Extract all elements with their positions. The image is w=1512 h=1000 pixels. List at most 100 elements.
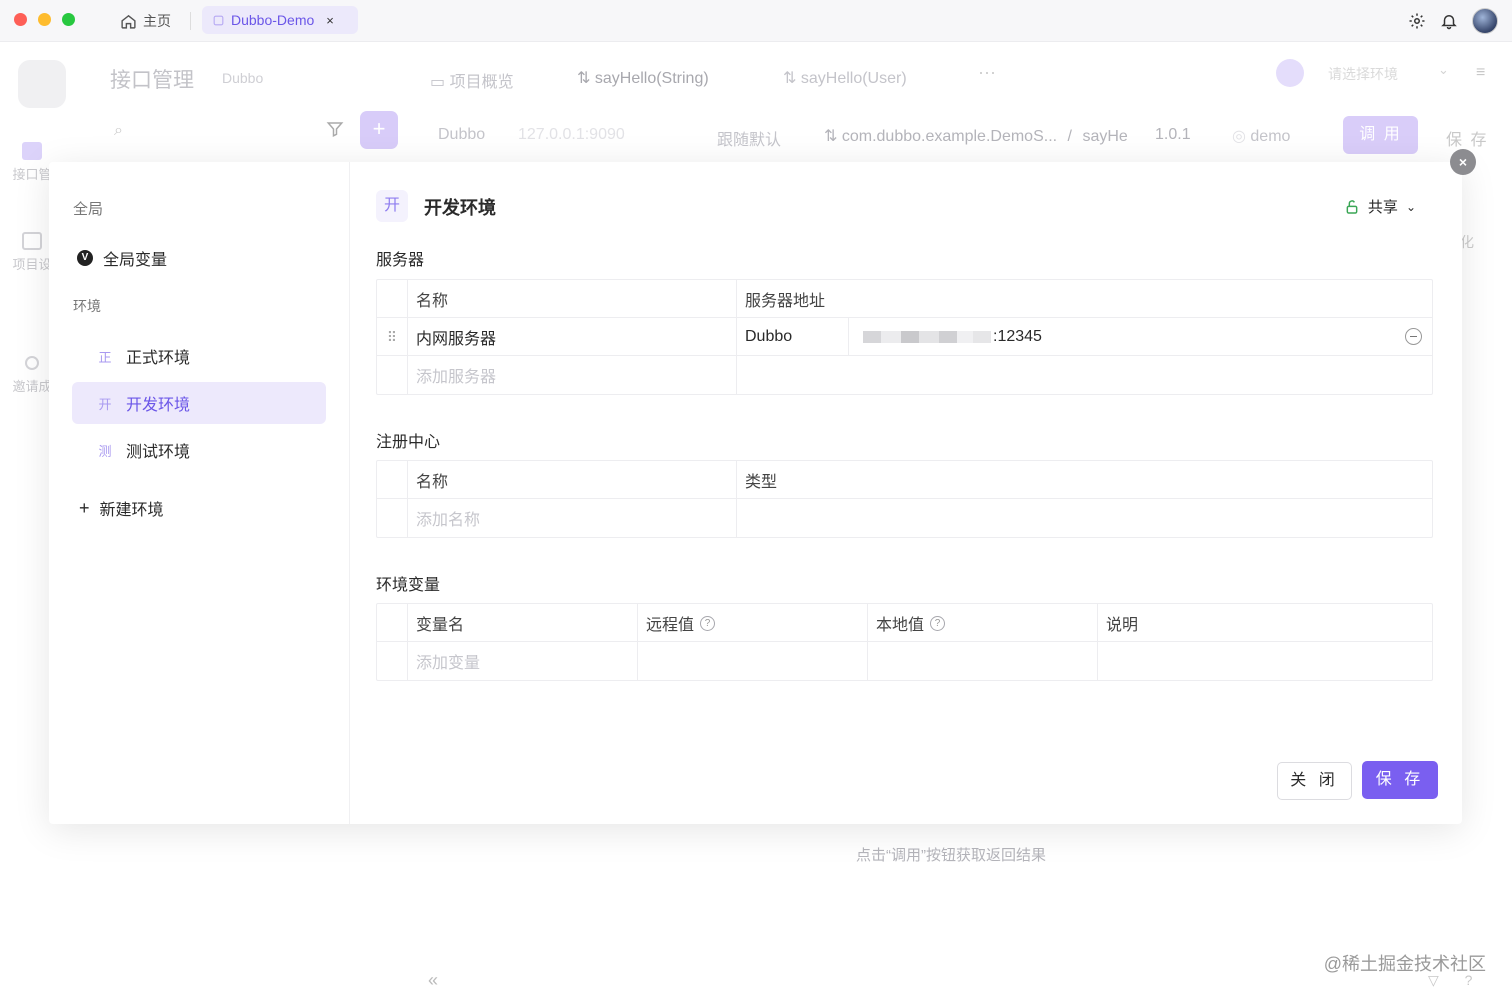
table-row-add: 添加名称 (377, 499, 1432, 537)
environment-icon (1276, 59, 1304, 87)
service-name[interactable]: ⇅ com.dubbo.example.DemoS... / sayHe (824, 126, 1128, 146)
server-name-input[interactable]: 内网服务器 (408, 318, 737, 356)
sidebar-item-prod-env[interactable]: 正 正式环境 (72, 335, 326, 377)
search-icon[interactable]: ⌕ (114, 122, 123, 140)
empty-cell (737, 356, 1432, 394)
interface-icon (22, 142, 42, 160)
env-tag-icon: 开 (376, 190, 408, 222)
sidebar-item-label: 全局变量 (103, 252, 168, 269)
column-header-type: 类型 (745, 474, 778, 491)
environment-detail: 开 开发环境 共享 ⌄ 服务器 名称 服务器地址 ⠿ 内网服务器 Dubbo:… (376, 162, 1436, 824)
environment-select[interactable]: 请选择环境 (1328, 64, 1398, 84)
column-header-remote-value: 远程值? (638, 604, 868, 642)
sidebar-item-global-vars[interactable]: V 全局变量 (77, 246, 167, 270)
global-section-title: 全局 (73, 201, 104, 218)
env-vars-table: 变量名 远程值? 本地值? 说明 添加变量 (376, 603, 1433, 681)
chevron-down-icon: ⌄ (1405, 199, 1416, 214)
notification-bell-icon[interactable] (1440, 12, 1458, 30)
plus-icon: + (79, 497, 90, 518)
window-minimize-dot[interactable] (38, 13, 51, 26)
sidebar-item-label: 测试环境 (126, 444, 191, 461)
home-tab[interactable]: 主页 (120, 9, 171, 33)
tab-sayhello-user[interactable]: ⇅ sayHello(User) (783, 68, 907, 88)
sidebar-item-label: 正式环境 (126, 350, 191, 367)
add-variable-input[interactable]: 添加变量 (408, 642, 638, 680)
table-header-row: 名称 服务器地址 (377, 280, 1432, 318)
app-logo (18, 60, 66, 108)
empty-cell (737, 499, 1432, 537)
tab-project-overview[interactable]: ▭ 项目概览 (430, 68, 514, 92)
remove-row-icon[interactable] (1405, 328, 1422, 345)
share-dropdown[interactable]: 共享 ⌄ (1344, 196, 1416, 217)
help-icon[interactable]: ? (1465, 972, 1473, 988)
user-avatar[interactable] (1472, 8, 1498, 34)
column-header-var-name: 变量名 (408, 604, 638, 642)
more-tabs-icon[interactable]: ··· (978, 62, 996, 83)
titlebar-actions (1408, 8, 1498, 34)
env-section-title: 环境 (73, 298, 101, 314)
sidebar-item-dev-env[interactable]: 开 开发环境 (72, 382, 326, 424)
env-tag-icon: 开 (98, 396, 112, 412)
handle-column (377, 642, 408, 680)
filter-icon[interactable] (326, 120, 344, 143)
collapse-icon[interactable]: « (428, 970, 438, 991)
sidebar-item-test-env[interactable]: 测 测试环境 (72, 429, 326, 471)
table-row: ⠿ 内网服务器 Dubbo :12345 (377, 318, 1432, 356)
table-header-row: 变量名 远程值? 本地值? 说明 (377, 604, 1432, 642)
help-icon[interactable]: ? (700, 615, 716, 631)
handle-column (377, 604, 408, 642)
env-tag-icon: 测 (98, 443, 112, 459)
menu-icon[interactable]: ≡ (1476, 64, 1485, 82)
address-input[interactable]: 127.0.0.1:9090 (518, 126, 625, 144)
add-registry-input[interactable]: 添加名称 (408, 499, 737, 537)
modal-close-icon[interactable]: × (1450, 149, 1476, 175)
swap-icon: ⇅ (783, 70, 797, 87)
window-maximize-dot[interactable] (62, 13, 75, 26)
add-server-input[interactable]: 添加服务器 (408, 356, 737, 394)
overview-icon: ▭ (430, 74, 446, 91)
call-button[interactable]: 调 用 (1343, 116, 1418, 154)
new-environment-button[interactable]: + 新建环境 (79, 496, 164, 520)
shirt-icon[interactable]: ▽ (1428, 972, 1439, 988)
sidebar-item-interface[interactable]: 接口管 (12, 142, 52, 183)
new-env-label: 新建环境 (99, 502, 164, 519)
follow-default-select[interactable]: 跟随默认 (717, 126, 781, 150)
group-icon: ◎ (1232, 128, 1251, 145)
tab-dubbo-demo[interactable]: Dubbo-Demo × (202, 6, 358, 34)
add-interface-button[interactable]: + (360, 111, 398, 149)
user-add-icon (25, 356, 39, 370)
tab-sayhello-string[interactable]: ⇅ sayHello(String) (577, 68, 709, 88)
response-hint: 点击“调用”按钮获取返回结果 (856, 847, 1046, 864)
environment-title[interactable]: 开发环境 (424, 194, 496, 220)
server-port: :12345 (993, 328, 1042, 345)
chevron-down-icon: ⌄ (1438, 62, 1449, 77)
close-button[interactable]: 关 闭 (1277, 762, 1352, 800)
save-button-background[interactable]: 保 存 (1446, 126, 1488, 150)
server-protocol-select[interactable]: Dubbo (737, 318, 849, 356)
handle-column (377, 356, 408, 394)
swap-icon: ⇅ (577, 70, 591, 87)
tab-close-icon[interactable]: × (326, 13, 334, 28)
drag-handle-icon[interactable]: ⠿ (377, 318, 408, 356)
project-icon (213, 15, 224, 25)
tab-label: 项目概览 (449, 74, 514, 91)
save-button[interactable]: 保 存 (1362, 761, 1438, 799)
settings-gear-icon[interactable] (1408, 12, 1426, 30)
unlock-icon (1346, 199, 1358, 214)
sidebar-item-project-settings[interactable]: 项目设 (12, 232, 52, 273)
sidebar-item-invite[interactable]: 邀请成 (12, 356, 52, 395)
help-icon[interactable]: ? (930, 615, 946, 631)
sidebar-item-label: 邀请成 (12, 379, 52, 394)
home-tab-label: 主页 (143, 13, 171, 29)
column-header-address: 服务器地址 (745, 293, 826, 310)
environment-sidebar: 全局 V 全局变量 环境 正 正式环境 开 开发环境 测 测试环境 + 新建环境 (49, 162, 350, 824)
home-icon (121, 14, 136, 29)
column-header-local-value: 本地值? (868, 604, 1098, 642)
settings-icon (22, 232, 42, 250)
tab-label: Dubbo-Demo (231, 12, 315, 28)
request-bar: ⌕ + Dubbo 127.0.0.1:9090 跟随默认 ⇅ com.dubb… (0, 111, 1512, 164)
group-label: ◎ demo (1232, 128, 1291, 145)
column-header-name: 名称 (408, 461, 737, 499)
server-address-input[interactable]: :12345 (849, 318, 1432, 356)
window-close-dot[interactable] (14, 13, 27, 26)
